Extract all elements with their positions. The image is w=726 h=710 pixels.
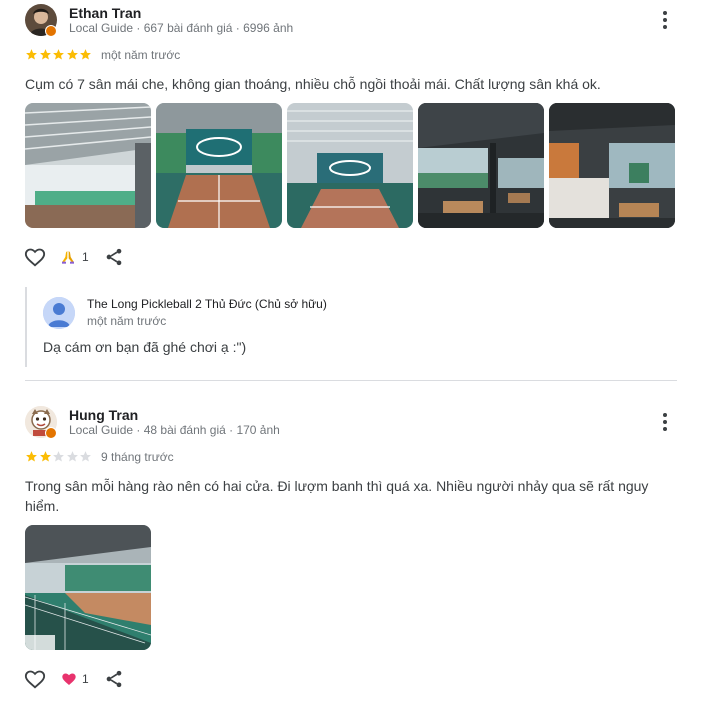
star-icon xyxy=(79,450,92,463)
review-text-line: hiểm. xyxy=(25,498,60,514)
pray-hands-icon xyxy=(62,251,74,264)
star-rating xyxy=(25,48,93,62)
review-date: một năm trước xyxy=(101,48,181,62)
like-heart-icon[interactable] xyxy=(24,668,46,690)
review-photo[interactable] xyxy=(418,103,544,228)
review-divider xyxy=(25,380,677,381)
review-photo[interactable] xyxy=(25,525,151,650)
review-photo[interactable] xyxy=(25,103,151,228)
heart-icon xyxy=(62,673,76,685)
star-icon xyxy=(52,48,65,61)
star-icon xyxy=(52,450,65,463)
star-icon xyxy=(66,48,79,61)
reaction-count: 1 xyxy=(82,250,89,264)
star-icon xyxy=(39,450,52,463)
share-icon[interactable] xyxy=(104,669,124,689)
local-guide-badge-icon xyxy=(45,427,57,439)
more-options-icon[interactable] xyxy=(653,410,677,434)
star-rating xyxy=(25,450,93,464)
star-icon xyxy=(39,48,52,61)
author-meta: Local Guide · 667 bài đánh giá · 6996 ản… xyxy=(69,21,294,35)
star-icon xyxy=(25,450,38,463)
reaction-count: 1 xyxy=(82,672,89,686)
author-meta: Local Guide · 48 bài đánh giá · 170 ảnh xyxy=(69,423,280,437)
review-photo[interactable] xyxy=(156,103,282,228)
review-photo[interactable] xyxy=(549,103,675,228)
owner-response-date: một năm trước xyxy=(87,314,167,328)
owner-response-text: Dạ cám ơn bạn đã ghé chơi ạ :") xyxy=(43,339,247,355)
star-icon xyxy=(25,48,38,61)
author-name[interactable]: Hung Tran xyxy=(69,407,138,423)
share-icon[interactable] xyxy=(104,247,124,267)
owner-avatar xyxy=(43,297,75,329)
like-heart-icon[interactable] xyxy=(24,246,46,268)
local-guide-badge-icon xyxy=(45,25,57,37)
review-text-line: Trong sân mỗi hàng rào nên có hai cửa. Đ… xyxy=(25,478,649,494)
review-date: 9 tháng trước xyxy=(101,450,174,464)
review-photo[interactable] xyxy=(287,103,413,228)
author-name[interactable]: Ethan Tran xyxy=(69,5,141,21)
owner-response-bar xyxy=(25,287,27,367)
owner-name: The Long Pickleball 2 Thủ Đức (Chủ sở hữ… xyxy=(87,297,327,311)
star-icon xyxy=(66,450,79,463)
more-options-icon[interactable] xyxy=(653,8,677,32)
review-text: Cụm có 7 sân mái che, không gian thoáng,… xyxy=(25,76,601,92)
star-icon xyxy=(79,48,92,61)
